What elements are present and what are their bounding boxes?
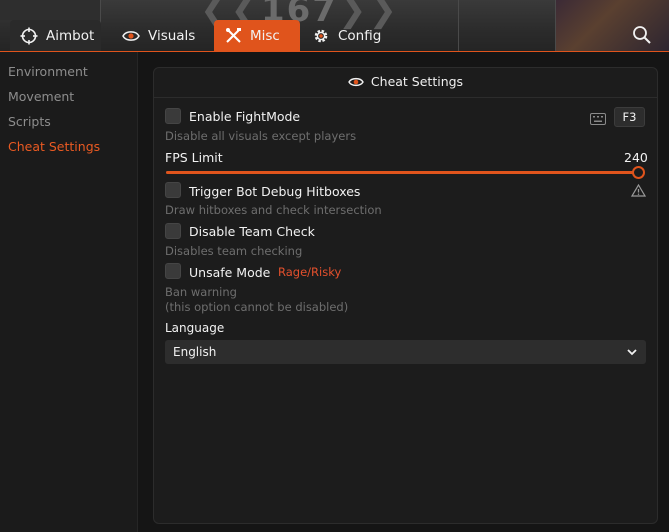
- fightmode-label: Enable FightMode: [189, 109, 301, 124]
- fps-limit-label: FPS Limit: [165, 150, 223, 165]
- fps-limit-slider-thumb[interactable]: [632, 166, 645, 179]
- unsafe-mode-checkbox[interactable]: [165, 263, 181, 279]
- team-check-checkbox[interactable]: [165, 223, 181, 239]
- unsafe-mode-label: Unsafe Mode: [189, 265, 271, 280]
- panel-title-text: Cheat Settings: [370, 74, 464, 89]
- trigger-bot-checkbox[interactable]: [165, 182, 181, 198]
- header-backdrop-left: [0, 0, 100, 20]
- header-divider: [458, 0, 459, 52]
- warning-icon: [630, 182, 647, 197]
- unsafe-mode-description-note: (this option cannot be disabled): [165, 300, 349, 314]
- team-check-description: Disables team checking: [165, 244, 303, 258]
- panel-divider: [154, 97, 657, 98]
- tab-label: Aimbot: [46, 27, 95, 44]
- language-selected-value: English: [173, 345, 217, 359]
- fightmode-description: Disable all visuals except players: [165, 129, 357, 143]
- chevron-down-icon: [626, 346, 638, 358]
- tab-label: Misc: [250, 27, 280, 44]
- sidebar-item-environment[interactable]: Environment: [8, 64, 88, 79]
- panel-title: Cheat Settings: [153, 74, 658, 89]
- tab-label: Config: [338, 27, 382, 44]
- sidebar-item-movement[interactable]: Movement: [8, 89, 74, 104]
- header-divider: [555, 0, 556, 52]
- sidebar-item-cheat-settings[interactable]: Cheat Settings: [8, 139, 100, 154]
- fightmode-keybind-button[interactable]: F3: [614, 107, 645, 127]
- sidebar-item-scripts[interactable]: Scripts: [8, 114, 51, 129]
- fps-limit-slider[interactable]: [166, 171, 640, 174]
- keyboard-icon: [590, 110, 606, 125]
- eye-icon: [122, 27, 140, 45]
- fightmode-checkbox[interactable]: [165, 108, 181, 124]
- tab-visuals[interactable]: Visuals: [112, 20, 202, 51]
- tab-label: Visuals: [148, 27, 196, 44]
- trigger-bot-description: Draw hitboxes and check intersection: [165, 203, 382, 217]
- crosshair-icon: [20, 27, 38, 45]
- language-select[interactable]: English: [165, 340, 646, 364]
- risk-tag: Rage/Risky: [278, 265, 342, 279]
- gear-icon: [312, 27, 330, 45]
- trigger-bot-label: Trigger Bot Debug Hitboxes: [189, 184, 361, 199]
- fps-limit-value: 240: [624, 150, 648, 165]
- crossed-tools-icon: [224, 27, 242, 45]
- search-icon[interactable]: [631, 24, 653, 46]
- tab-config[interactable]: Config: [302, 20, 386, 51]
- fps-limit-slider-fill: [166, 171, 640, 174]
- tab-aimbot[interactable]: Aimbot: [10, 20, 101, 51]
- eye-icon: [348, 76, 364, 88]
- tab-misc[interactable]: Misc: [214, 20, 300, 51]
- unsafe-mode-description: Ban warning: [165, 285, 237, 299]
- team-check-label: Disable Team Check: [189, 224, 315, 239]
- language-label: Language: [165, 321, 225, 335]
